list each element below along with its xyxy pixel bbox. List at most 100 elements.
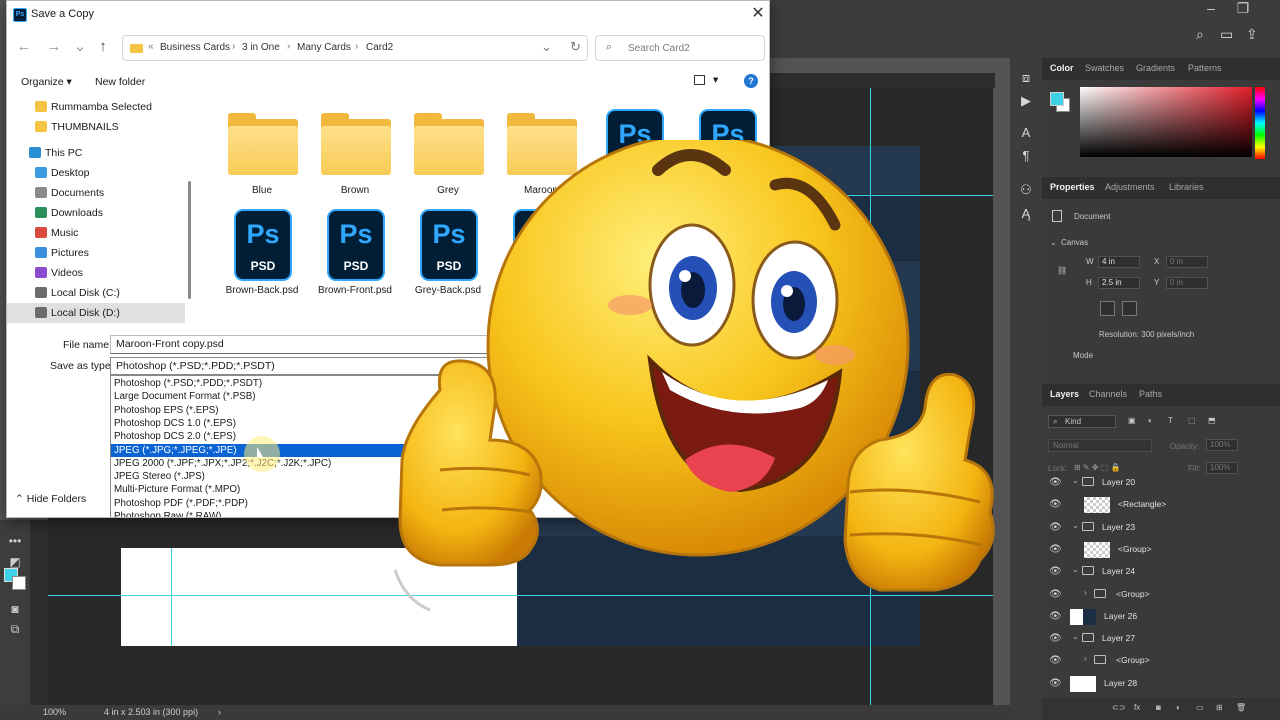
visibility-eye-icon[interactable]: 👁 [1049,633,1062,644]
tab-channels[interactable]: Channels [1089,389,1127,399]
nav-item[interactable]: Local Disk (D:) [7,303,185,323]
height-field[interactable]: 2.5 in [1098,277,1140,289]
breadcrumb-business-cards[interactable]: Business Cards [160,42,230,53]
brushes-icon[interactable]: ⚇ [1018,182,1034,198]
chevron-down-icon[interactable]: ⌄ [1072,632,1079,641]
nav-item[interactable]: THUMBNAILS [7,117,185,137]
organize-button[interactable]: Organize ▾ [21,76,72,88]
hue-slider[interactable] [1255,87,1265,159]
tab-gradients[interactable]: Gradients [1136,63,1175,73]
restore-icon[interactable]: ❐ [1228,0,1258,18]
recent-chevron-icon[interactable]: ⌄ [69,37,91,57]
view-dropdown-icon[interactable]: ▾ [713,74,718,86]
paragraph-icon[interactable]: ¶ [1018,148,1034,164]
nav-item[interactable]: Documents [7,183,185,203]
nav-item[interactable]: Videos [7,263,185,283]
hide-folders-button[interactable]: ⌃ Hide Folders [15,493,86,505]
view-options-icon[interactable] [694,75,705,85]
minimize-icon[interactable]: – [1196,0,1226,18]
visibility-eye-icon[interactable]: 👁 [1049,655,1062,666]
visibility-eye-icon[interactable]: 👁 [1049,544,1062,555]
visibility-eye-icon[interactable]: 👁 [1049,566,1062,577]
chevron-right-icon[interactable]: › [1084,588,1087,597]
width-field[interactable]: 4 in [1098,256,1140,268]
folder-item[interactable]: Blue [218,101,306,201]
zoom-level[interactable]: 100% [43,705,66,720]
visibility-eye-icon[interactable]: 👁 [1049,678,1062,689]
character-icon[interactable]: A [1018,125,1034,141]
breadcrumb-separator-icon[interactable]: › [232,41,235,52]
actions-play-icon[interactable]: ▶ [1018,93,1034,109]
workspace-icon[interactable]: ▭ [1220,27,1236,41]
nav-scrollbar[interactable] [188,181,191,299]
up-arrow-icon[interactable]: ↑ [92,37,114,57]
breadcrumb-card2[interactable]: Card2 [366,42,393,53]
new-fill-layer-icon[interactable]: ◐ [1176,703,1181,712]
filter-pixel-icon[interactable]: ▣ [1128,416,1136,425]
nav-item[interactable]: Desktop [7,163,185,183]
layer-style-icon[interactable]: fx [1134,703,1140,712]
layer-row[interactable]: 👁 ⌄ Layer 23 [1042,517,1280,539]
new-layer-icon[interactable]: ⊞ [1216,703,1223,712]
layer-row[interactable]: 👁 ⌄ Layer 27 [1042,628,1280,650]
landscape-orientation-icon[interactable] [1122,301,1137,316]
filter-smart-object-icon[interactable]: ⬒ [1208,416,1216,425]
more-tools-icon[interactable]: ••• [7,534,23,548]
filter-shape-icon[interactable]: ⬚ [1188,416,1196,425]
nav-item[interactable]: This PC [7,143,185,163]
chevron-right-icon[interactable]: › [1084,654,1087,663]
nav-item[interactable]: Pictures [7,243,185,263]
layer-row[interactable]: 👁 › <Group> [1042,650,1280,672]
layer-row[interactable]: 👁 <Rectangle> [1042,494,1280,516]
nav-item[interactable]: Music [7,223,185,243]
visibility-eye-icon[interactable]: 👁 [1049,522,1062,533]
back-arrow-icon[interactable]: ← [13,37,35,57]
delete-layer-icon[interactable]: 🗑 [1236,703,1246,712]
breadcrumb-separator-icon[interactable]: › [355,41,358,52]
address-bar[interactable]: « Business Cards › 3 in One › Many Cards… [122,35,588,61]
layer-row[interactable]: 👁 Layer 26 [1042,606,1280,628]
glyphs-icon[interactable]: Ą [1018,206,1034,222]
foreground-color-chip[interactable] [1050,92,1064,106]
portrait-orientation-icon[interactable] [1100,301,1115,316]
breadcrumb-many-cards[interactable]: Many Cards [297,42,351,53]
screen-mode-icon[interactable]: ⧉ [7,622,23,636]
layer-row[interactable]: 👁 ⌄ Layer 20 [1042,472,1280,494]
close-icon[interactable]: ✕ [749,5,767,23]
visibility-eye-icon[interactable]: 👁 [1049,589,1062,600]
chevron-down-icon[interactable]: ⌄ [1072,476,1079,485]
link-icon[interactable]: ⛓ [1057,266,1067,275]
tab-color[interactable]: Color [1050,63,1074,73]
psd-file-item[interactable]: Ps PSD Brown-Back.psd [218,201,306,301]
breadcrumb-3-in-one[interactable]: 3 in One [242,42,280,53]
tab-paths[interactable]: Paths [1139,389,1162,399]
blend-mode-select[interactable]: Normal [1048,439,1152,452]
breadcrumb-separator-icon[interactable]: › [287,41,290,52]
tab-layers[interactable]: Layers [1050,389,1079,399]
visibility-eye-icon[interactable]: 👁 [1049,611,1062,622]
help-icon[interactable]: ? [744,74,758,88]
nav-item[interactable]: Downloads [7,203,185,223]
filter-type-icon[interactable]: T [1168,416,1173,425]
layer-row[interactable]: 👁 ⌄ Layer 24 [1042,561,1280,583]
search-input[interactable]: ⌕ Search Card2 [595,35,765,61]
document-info[interactable]: 4 in x 2.503 in (300 ppi) [104,705,198,720]
history-icon[interactable]: ⧈ [1018,70,1034,86]
address-dropdown-icon[interactable]: ⌄ [541,39,552,55]
refresh-icon[interactable]: ↻ [570,39,581,55]
layer-row[interactable]: 👁 › <Group> [1042,584,1280,606]
quick-mask-icon[interactable]: ◙ [7,602,23,616]
layer-row[interactable]: 👁 <Group> [1042,539,1280,561]
tab-libraries[interactable]: Libraries [1169,182,1204,192]
tab-patterns[interactable]: Patterns [1188,63,1222,73]
chevron-down-icon[interactable]: ⌄ [1072,521,1079,530]
default-colors-icon[interactable]: ◩ [7,555,23,569]
layer-filter-select[interactable]: ⌕ Kind [1048,415,1116,428]
x-field[interactable]: 0 in [1166,256,1208,268]
new-group-icon[interactable]: ▭ [1196,703,1204,712]
chevron-down-icon[interactable]: ⌄ [1050,238,1057,247]
layer-row[interactable]: 👁 Layer 28 [1042,673,1280,695]
address-overflow[interactable]: « [148,41,154,52]
forward-arrow-icon[interactable]: → [43,37,65,57]
dialog-titlebar[interactable]: Ps Save a Copy ✕ [7,1,769,29]
